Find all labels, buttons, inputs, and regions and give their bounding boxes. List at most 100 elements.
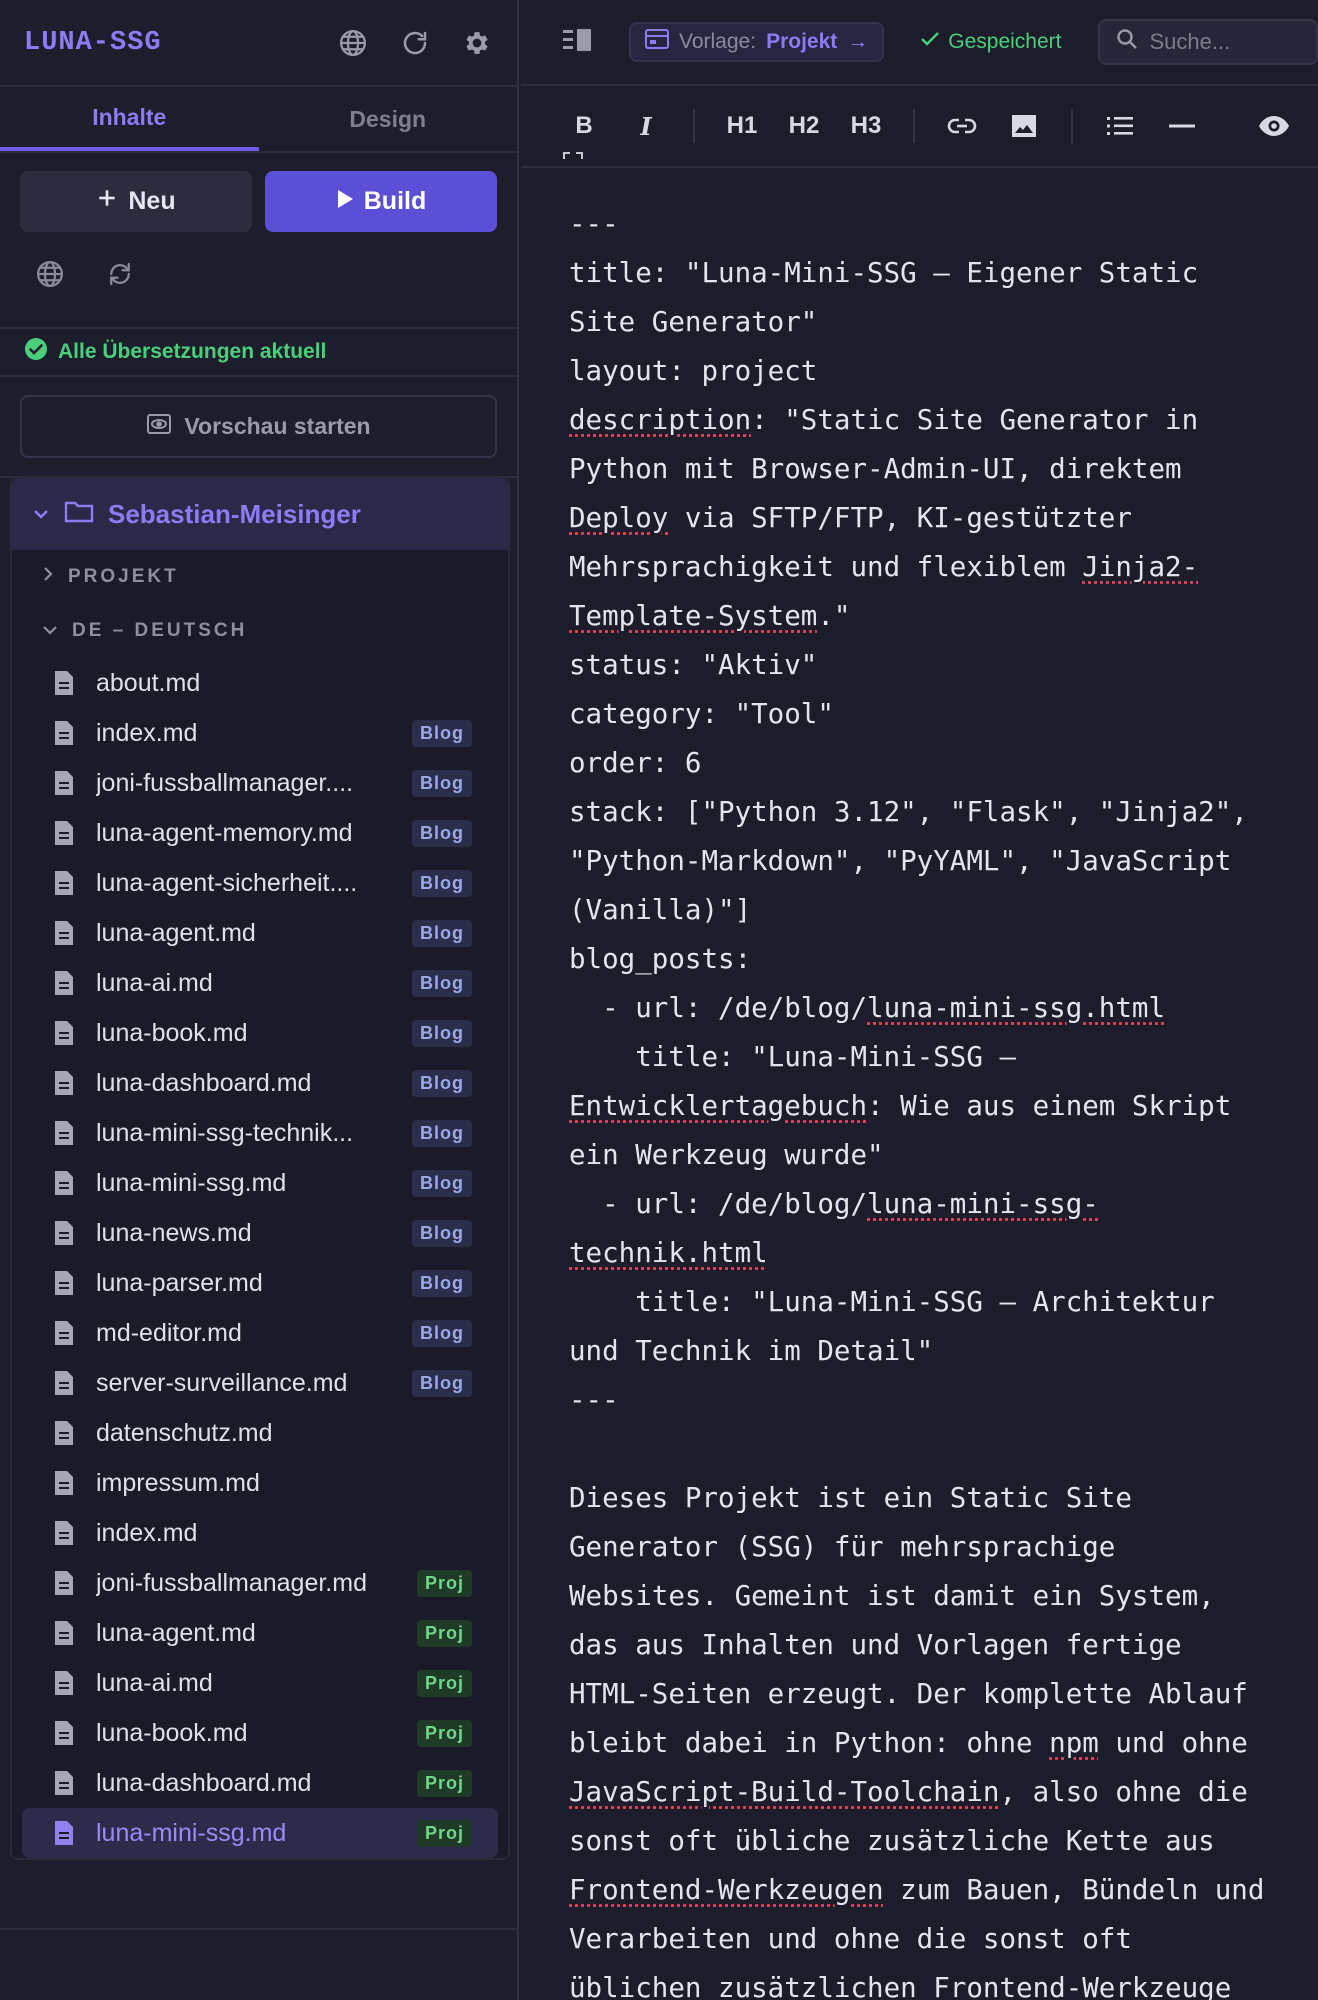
save-status: Gespeichert: [920, 30, 1062, 54]
file-item[interactable]: luna-book.md Blog: [12, 1008, 508, 1058]
file-item[interactable]: joni-fussballmanager.md Proj: [12, 1558, 508, 1608]
image-icon[interactable]: [999, 101, 1049, 151]
editor-line: Template-System.": [569, 592, 1309, 641]
sync-icon[interactable]: [104, 258, 136, 290]
editor-text: Template-System: [569, 600, 818, 632]
file-item[interactable]: server-surveillance.md Blog: [12, 1358, 508, 1408]
section-projekt[interactable]: PROJEKT: [12, 550, 508, 604]
link-icon[interactable]: [937, 101, 987, 151]
globe-icon[interactable]: [337, 27, 369, 59]
preview-button[interactable]: Vorschau starten: [20, 395, 497, 458]
file-item[interactable]: luna-dashboard.md Proj: [12, 1758, 508, 1808]
save-status-text: Gespeichert: [948, 30, 1062, 53]
section-projekt-label: PROJEKT: [68, 566, 179, 587]
file-item[interactable]: impressum.md: [12, 1458, 508, 1508]
file-icon: [54, 1170, 74, 1196]
editor-text: üblichen zusätzlichen Frontend-Werkzeuge: [569, 1972, 1232, 2000]
file-name: luna-book.md: [96, 1018, 248, 1047]
section-de[interactable]: DE – DEUTSCH: [12, 604, 508, 658]
editor-line: Deploy via SFTP/FTP, KI-gestützter: [569, 494, 1309, 543]
editor-line: layout: project: [569, 347, 1309, 396]
file-item[interactable]: datenschutz.md: [12, 1408, 508, 1458]
file-badge: Blog: [412, 719, 472, 747]
template-arrow: →: [847, 30, 869, 53]
list-icon[interactable]: [1095, 101, 1145, 151]
file-badge: Proj: [416, 1819, 472, 1847]
root-folder[interactable]: Sebastian-Meisinger: [12, 478, 508, 550]
build-button-label: Build: [363, 187, 427, 215]
root-folder-label: Sebastian-Meisinger: [108, 498, 361, 529]
file-icon: [54, 1620, 74, 1646]
file-item[interactable]: luna-mini-ssg-technik... Blog: [12, 1108, 508, 1158]
translation-status-text: Alle Übersetzungen aktuell: [58, 340, 327, 363]
build-button[interactable]: Build: [265, 171, 497, 232]
file-badge: Blog: [412, 969, 472, 997]
new-button[interactable]: Neu: [20, 171, 252, 232]
horizontal-rule-icon[interactable]: [1157, 101, 1207, 151]
editor-line: Python mit Browser-Admin-UI, direktem: [569, 445, 1309, 494]
template-selector[interactable]: Vorlage: Projekt →: [629, 22, 885, 62]
editor-text: title: "Luna-Mini-SSG – Eigener Static: [569, 257, 1199, 289]
file-item[interactable]: luna-mini-ssg.md Blog: [12, 1158, 508, 1208]
editor-text: : Wie aus einem Skript: [867, 1090, 1232, 1122]
editor-text: blog_posts:: [569, 943, 752, 975]
file-item[interactable]: luna-agent.md Proj: [12, 1608, 508, 1658]
editor-line: title: "Luna-Mini-SSG – Architektur: [569, 1278, 1309, 1327]
h2-button[interactable]: H2: [779, 101, 829, 151]
file-name: server-surveillance.md: [96, 1368, 348, 1397]
file-item[interactable]: luna-parser.md Blog: [12, 1258, 508, 1308]
editor-topbar: Vorlage: Projekt → Gespeichert Suche...: [521, 0, 1318, 86]
preview-eye-icon[interactable]: [1249, 101, 1299, 151]
editor-line: HTML-Seiten erzeugt. Der komplette Ablau…: [569, 1670, 1309, 1719]
new-button-label: Neu: [128, 187, 176, 215]
file-badge: Blog: [412, 819, 472, 847]
file-item[interactable]: luna-agent-memory.md Blog: [12, 808, 508, 858]
file-item[interactable]: luna-agent-sicherheit.... Blog: [12, 858, 508, 908]
file-name: luna-mini-ssg.md: [96, 1818, 287, 1847]
file-icon: [54, 1570, 74, 1596]
toolbar-divider: [913, 109, 915, 143]
file-icon: [54, 920, 74, 946]
editor-line: (Vanilla)"]: [569, 886, 1309, 935]
play-icon: [336, 187, 354, 216]
editor-text: Frontend-Werkzeugen: [569, 1874, 884, 1906]
file-item[interactable]: luna-ai.md Blog: [12, 958, 508, 1008]
file-icon: [54, 1270, 74, 1296]
file-item[interactable]: joni-fussballmanager.... Blog: [12, 758, 508, 808]
editor-text: stack: ["Python 3.12", "Flask", "Jinja2"…: [569, 796, 1248, 828]
bold-button[interactable]: B: [559, 101, 609, 151]
file-item[interactable]: index.md Blog: [12, 708, 508, 758]
file-name: about.md: [96, 668, 201, 697]
file-badge: Blog: [412, 1319, 472, 1347]
sidebar-toggle-icon[interactable]: [563, 27, 593, 58]
gear-icon[interactable]: [461, 27, 493, 59]
editor-line: das aus Inhalten und Vorlagen fertige: [569, 1621, 1309, 1670]
file-item[interactable]: luna-dashboard.md Blog: [12, 1058, 508, 1108]
file-item[interactable]: luna-mini-ssg.md Proj: [22, 1808, 498, 1858]
file-badge: Blog: [412, 1069, 472, 1097]
file-item[interactable]: md-editor.md Blog: [12, 1308, 508, 1358]
file-icon: [54, 1420, 74, 1446]
translate-globe-icon[interactable]: [34, 258, 66, 290]
file-item[interactable]: luna-news.md Blog: [12, 1208, 508, 1258]
tab-inhalte[interactable]: Inhalte: [0, 87, 259, 151]
editor-line: blog_posts:: [569, 935, 1309, 984]
file-item[interactable]: index.md: [12, 1508, 508, 1558]
file-item[interactable]: about.md: [12, 658, 508, 708]
file-badge: Proj: [416, 1619, 472, 1647]
file-item[interactable]: luna-ai.md Proj: [12, 1658, 508, 1708]
file-item[interactable]: luna-book.md Proj: [12, 1708, 508, 1758]
search-input[interactable]: Suche...: [1097, 19, 1318, 65]
h3-button[interactable]: H3: [841, 101, 891, 151]
folder-icon: [64, 499, 94, 530]
frontmatter-marker-icon: [561, 150, 585, 174]
refresh-icon[interactable]: [399, 27, 431, 59]
h1-button[interactable]: H1: [717, 101, 767, 151]
file-item[interactable]: luna-agent.md Blog: [12, 908, 508, 958]
tab-design[interactable]: Design: [259, 87, 518, 151]
secondary-actions: [0, 232, 517, 327]
file-icon: [54, 1720, 74, 1746]
markdown-editor[interactable]: --- title: "Luna-Mini-SSG – Eigener Stati…: [569, 200, 1309, 2000]
italic-button[interactable]: I: [621, 101, 671, 151]
